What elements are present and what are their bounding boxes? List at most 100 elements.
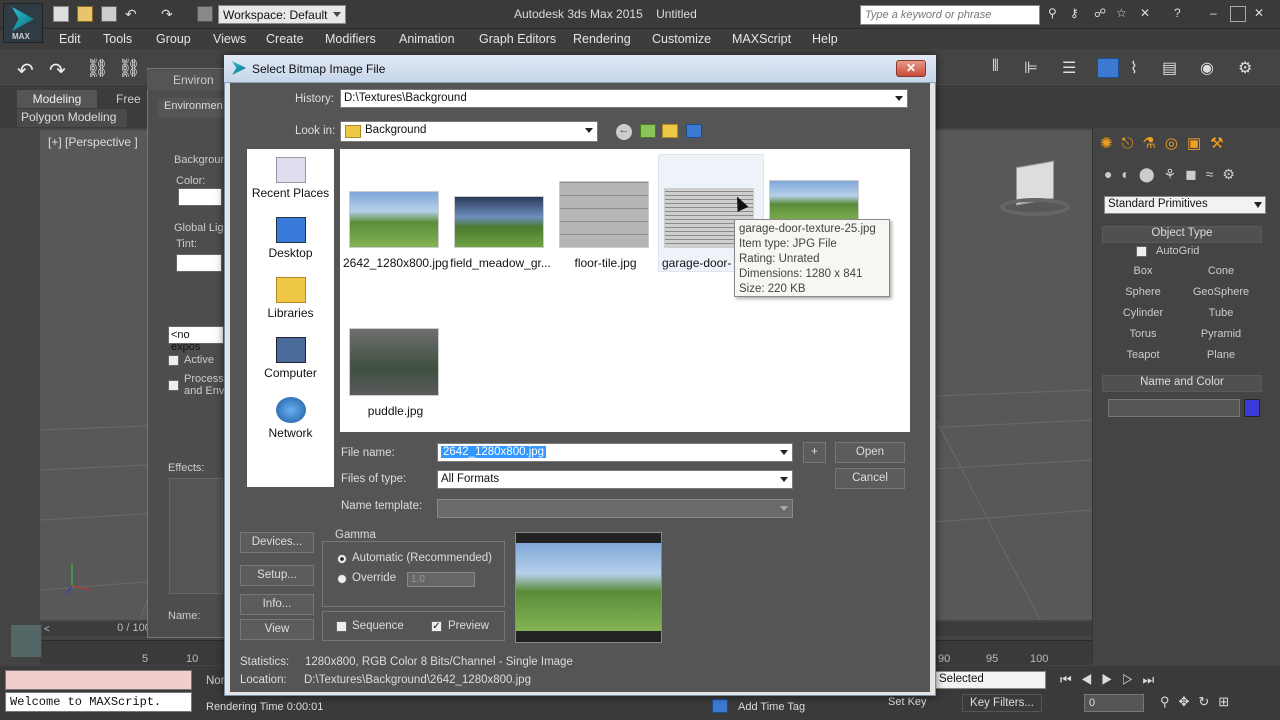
workspace-dropdown[interactable]: Workspace: Default [218,5,346,24]
menu-customize[interactable]: Customize [652,32,711,46]
look-in-dropdown[interactable]: Background [340,121,598,142]
menu-animation[interactable]: Animation [399,32,455,46]
teapot-button[interactable]: Teapot [1108,346,1178,365]
selection-filter-dropdown[interactable]: Selected [934,671,1046,689]
link-icon[interactable]: ⛓ [86,58,109,78]
place-recent-places[interactable]: Recent Places [247,157,334,200]
tab-freeform[interactable]: Free [116,92,141,106]
autogrid-checkbox[interactable] [1136,246,1147,257]
maximize-icon[interactable] [1230,6,1246,22]
tab-modeling[interactable]: Modeling [17,90,97,108]
maxscript-listener-input[interactable] [5,670,192,690]
background-color-swatch[interactable] [178,188,222,206]
viewcube-icon[interactable] [1000,160,1070,218]
dialog-close-button[interactable]: ✕ [896,60,926,77]
set-key-button[interactable]: Set Key [888,696,927,708]
binoculars-icon[interactable]: ⚲ [1048,6,1064,22]
menu-views[interactable]: Views [213,32,246,46]
geosphere-button[interactable]: GeoSphere [1186,283,1256,302]
unlink-icon[interactable]: ⛓ [118,58,141,78]
cone-button[interactable]: Cone [1186,262,1256,281]
gamma-auto-radio[interactable] [337,554,347,564]
gamma-value-spinner[interactable]: 1.0 [407,572,475,587]
community-icon[interactable]: ☍ [1094,6,1110,22]
file-thumbnail[interactable] [559,181,649,248]
schematic-icon[interactable]: ▤ [1162,58,1184,78]
command-panel-tabs[interactable]: ✺⎋⚗◎▣⚒ [1100,134,1276,154]
add-sequence-button[interactable]: + [803,442,826,463]
place-libraries[interactable]: Libraries [247,277,334,320]
name-template-dropdown[interactable] [437,499,793,518]
file-thumbnail[interactable] [454,196,544,248]
key-filters-button[interactable]: Key Filters... [962,694,1042,712]
file-name-input[interactable]: 2642_1280x800.jpg [437,443,793,462]
view-button[interactable]: View [240,619,314,640]
close-icon[interactable]: ✕ [1254,6,1270,22]
files-of-type-dropdown[interactable]: All Formats [437,470,793,489]
viewport-navigation-icons[interactable]: ⚲✥↻⊞ [1160,694,1280,712]
place-computer[interactable]: Computer [247,337,334,380]
layer-icon[interactable]: ☰ [1062,58,1084,78]
sphere-button[interactable]: Sphere [1108,283,1178,302]
torus-button[interactable]: Torus [1108,325,1178,344]
file-name[interactable]: garage-door- [658,256,738,270]
tint-swatch[interactable] [176,254,222,272]
object-color-swatch[interactable] [1244,399,1260,417]
setup-button[interactable]: Setup... [240,565,314,586]
menu-group[interactable]: Group [156,32,191,46]
new-file-icon[interactable] [53,6,69,22]
polygon-modeling-panel[interactable]: Polygon Modeling [17,109,127,127]
create-category-icons[interactable]: ●◐⬤⚘◼≈⚙ [1104,166,1274,186]
view-menu-icon[interactable] [686,124,702,138]
open-file-icon[interactable] [77,6,93,22]
history-dropdown[interactable]: D:\Textures\Background [340,89,908,108]
file-thumbnail[interactable] [769,180,859,224]
render-setup-icon[interactable]: ⚙ [1238,58,1260,78]
menu-help[interactable]: Help [812,32,838,46]
effects-list[interactable] [169,478,223,594]
maxscript-output[interactable]: Welcome to MAXScript. [5,692,192,712]
file-name[interactable]: 2642_1280x800.jpg [343,256,448,270]
menu-graph-editors[interactable]: Graph Editors [479,32,556,46]
file-name[interactable]: floor-tile.jpg [553,256,658,270]
exchange-icon[interactable]: ✕ [1140,6,1156,22]
environment-tab[interactable]: Environmen [158,98,228,118]
add-time-tag[interactable]: Add Time Tag [738,701,805,713]
align-icon[interactable]: ⊫ [1024,58,1046,78]
file-name[interactable]: puddle.jpg [343,404,448,418]
redo-icon[interactable]: ↷ [161,6,177,22]
undo-icon[interactable]: ↶ [17,58,39,82]
redo-icon[interactable]: ↷ [49,58,71,82]
plane-button[interactable]: Plane [1186,346,1256,365]
time-prev-icon[interactable]: < [44,624,50,635]
open-button[interactable]: Open [835,442,905,463]
place-network[interactable]: Network [247,397,334,440]
mini-curve-editor-icon[interactable] [10,624,42,658]
current-frame-field[interactable]: 0 [1084,694,1144,712]
place-desktop[interactable]: Desktop [247,217,334,260]
menu-rendering[interactable]: Rendering [573,32,631,46]
object-name-field[interactable] [1108,399,1240,417]
project-folder-icon[interactable] [197,6,213,22]
menu-modifiers[interactable]: Modifiers [325,32,376,46]
menu-maxscript[interactable]: MAXScript [732,32,791,46]
save-icon[interactable] [101,6,117,22]
menu-edit[interactable]: Edit [59,32,81,46]
name-and-color-rollout[interactable]: Name and Color [1102,375,1262,392]
file-name[interactable]: field_meadow_gr... [448,256,553,270]
favorites-icon[interactable]: ☆ [1116,6,1132,22]
material-editor-icon[interactable]: ◉ [1200,58,1222,78]
minimize-icon[interactable]: – [1210,6,1226,22]
search-input[interactable]: Type a keyword or phrase [860,5,1040,25]
object-type-rollout[interactable]: Object Type [1102,226,1262,243]
file-thumbnail[interactable] [349,328,439,396]
active-checkbox[interactable] [168,355,179,366]
gamma-override-radio[interactable] [337,574,347,584]
mirror-icon[interactable]: ⫴ [992,58,1014,78]
menu-create[interactable]: Create [266,32,304,46]
primitive-category-dropdown[interactable]: Standard Primitives [1104,196,1266,214]
sequence-checkbox[interactable] [336,621,347,632]
pyramid-button[interactable]: Pyramid [1186,325,1256,344]
exposure-dropdown[interactable]: <no expos [168,326,224,353]
back-icon[interactable]: ← [616,124,632,140]
